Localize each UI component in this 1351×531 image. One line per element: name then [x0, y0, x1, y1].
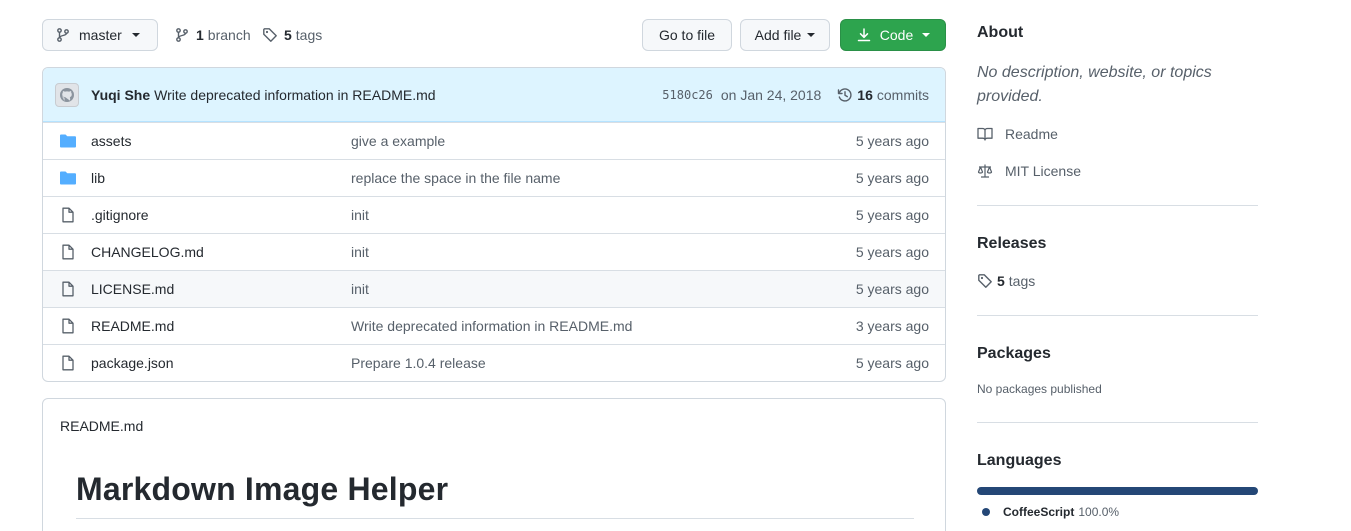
tag-count: 5 — [284, 27, 292, 43]
license-link-label: MIT License — [1005, 163, 1081, 179]
chevron-down-icon — [131, 33, 140, 37]
about-heading: About — [977, 24, 1024, 41]
file-commit-message-link[interactable]: replace the space in the file name — [351, 170, 560, 186]
git-branch-icon — [57, 28, 69, 42]
book-icon — [977, 127, 993, 141]
readme-panel: README.md Markdown Image Helper — [42, 398, 946, 531]
packages-heading[interactable]: Packages — [977, 345, 1051, 363]
file-icon — [62, 318, 74, 334]
file-commit-message-link[interactable]: Write deprecated information in README.m… — [351, 318, 632, 334]
file-row[interactable]: CHANGELOG.md init 5 years ago — [43, 233, 945, 270]
file-commit-message-link[interactable]: init — [351, 281, 369, 297]
file-commit-message-link[interactable]: init — [351, 207, 369, 223]
go-to-file-button[interactable]: Go to file — [642, 19, 732, 51]
license-link[interactable]: MIT License — [977, 163, 1081, 179]
file-name-link[interactable]: CHANGELOG.md — [91, 244, 204, 260]
sidebar-divider — [977, 422, 1258, 423]
file-name-link[interactable]: LICENSE.md — [91, 281, 174, 297]
commit-author-link[interactable]: Yuqi She — [91, 87, 150, 103]
branch-select-label: master — [79, 27, 122, 43]
github-mark-icon — [60, 87, 74, 102]
file-name-link[interactable]: lib — [91, 170, 105, 186]
code-button[interactable]: Code — [840, 19, 946, 51]
file-name-link[interactable]: README.md — [91, 318, 174, 334]
file-name-link[interactable]: .gitignore — [91, 207, 149, 223]
releases-tag-count: 5 — [997, 273, 1005, 289]
readme-heading: Markdown Image Helper — [76, 471, 449, 507]
file-age: 5 years ago — [855, 170, 929, 186]
folder-icon — [60, 171, 76, 185]
about-description: No description, website, or topics provi… — [977, 64, 1212, 105]
file-commit-message-link[interactable]: give a example — [351, 133, 445, 149]
language-percent: 100.0% — [1078, 505, 1120, 519]
file-icon — [62, 355, 74, 371]
file-commit-message-link[interactable]: Prepare 1.0.4 release — [351, 355, 486, 371]
commits-history-link[interactable]: 16 commits — [837, 87, 929, 103]
commit-message-link[interactable]: Write deprecated information in README.m… — [154, 87, 435, 103]
file-icon — [62, 281, 74, 297]
sidebar-divider — [977, 205, 1258, 206]
file-row[interactable]: LICENSE.md init 5 years ago — [43, 270, 945, 307]
tag-icon — [978, 274, 992, 288]
download-icon — [857, 28, 871, 42]
file-age: 5 years ago — [855, 355, 929, 371]
readme-link-label: Readme — [1005, 126, 1058, 142]
language-bar — [977, 487, 1258, 495]
file-age: 5 years ago — [855, 207, 929, 223]
latest-commit-bar: Yuqi She Write deprecated information in… — [43, 68, 945, 122]
releases-tags-link[interactable]: 5 tags — [977, 273, 1035, 289]
avatar[interactable] — [55, 82, 79, 107]
file-age: 5 years ago — [855, 133, 929, 149]
git-branch-icon — [176, 28, 188, 42]
packages-empty-text: No packages published — [977, 382, 1102, 396]
heading-divider — [76, 518, 914, 519]
file-row[interactable]: lib replace the space in the file name 5… — [43, 159, 945, 196]
go-to-file-label: Go to file — [658, 27, 716, 43]
language-item[interactable]: CoffeeScript 100.0% — [982, 505, 1119, 519]
folder-icon — [60, 134, 76, 148]
file-age: 5 years ago — [855, 244, 929, 260]
file-row[interactable]: assets give a example 5 years ago — [43, 122, 945, 159]
readme-link[interactable]: Readme — [977, 126, 1058, 142]
releases-heading[interactable]: Releases — [977, 235, 1046, 253]
file-icon — [62, 207, 74, 223]
chevron-down-icon — [922, 33, 931, 37]
code-label: Code — [879, 27, 914, 43]
file-icon — [62, 244, 74, 260]
file-name-link[interactable]: assets — [91, 133, 131, 149]
language-color-dot — [982, 508, 990, 516]
branch-count: 1 — [196, 27, 204, 43]
tag-word: tags — [295, 27, 323, 43]
branches-link[interactable]: 1 branch — [174, 19, 251, 51]
sidebar-divider — [977, 315, 1258, 316]
chevron-down-icon — [807, 33, 816, 37]
tag-icon — [263, 28, 277, 42]
commit-word: commits — [876, 87, 929, 103]
branch-word: branch — [207, 27, 251, 43]
language-name: CoffeeScript — [1003, 505, 1075, 519]
add-file-label: Add file — [754, 27, 802, 43]
file-row[interactable]: README.md Write deprecated information i… — [43, 307, 945, 344]
releases-tag-word: tags — [1008, 273, 1036, 289]
file-row[interactable]: .gitignore init 5 years ago — [43, 196, 945, 233]
readme-filename-link[interactable]: README.md — [60, 418, 143, 434]
file-row[interactable]: package.json Prepare 1.0.4 release 5 yea… — [43, 344, 945, 381]
repo-toolbar: master 1 branch 5 tags Go to file Add fi… — [42, 19, 946, 51]
file-age: 5 years ago — [855, 281, 929, 297]
commit-count: 16 — [857, 87, 873, 103]
commit-sha-link[interactable]: 5180c26 — [662, 88, 713, 102]
file-browser: Yuqi She Write deprecated information in… — [42, 67, 946, 382]
commit-date: on Jan 24, 2018 — [720, 87, 822, 103]
file-age: 3 years ago — [855, 318, 929, 334]
tags-link[interactable]: 5 tags — [262, 19, 322, 51]
file-commit-message-link[interactable]: init — [351, 244, 369, 260]
history-icon — [838, 88, 852, 102]
file-name-link[interactable]: package.json — [91, 355, 174, 371]
add-file-button[interactable]: Add file — [740, 19, 830, 51]
languages-heading: Languages — [977, 452, 1062, 469]
branch-select-button[interactable]: master — [42, 19, 158, 51]
commit-meta: 5180c26 on Jan 24, 2018 16 commits — [662, 68, 929, 122]
law-scale-icon — [977, 164, 993, 178]
